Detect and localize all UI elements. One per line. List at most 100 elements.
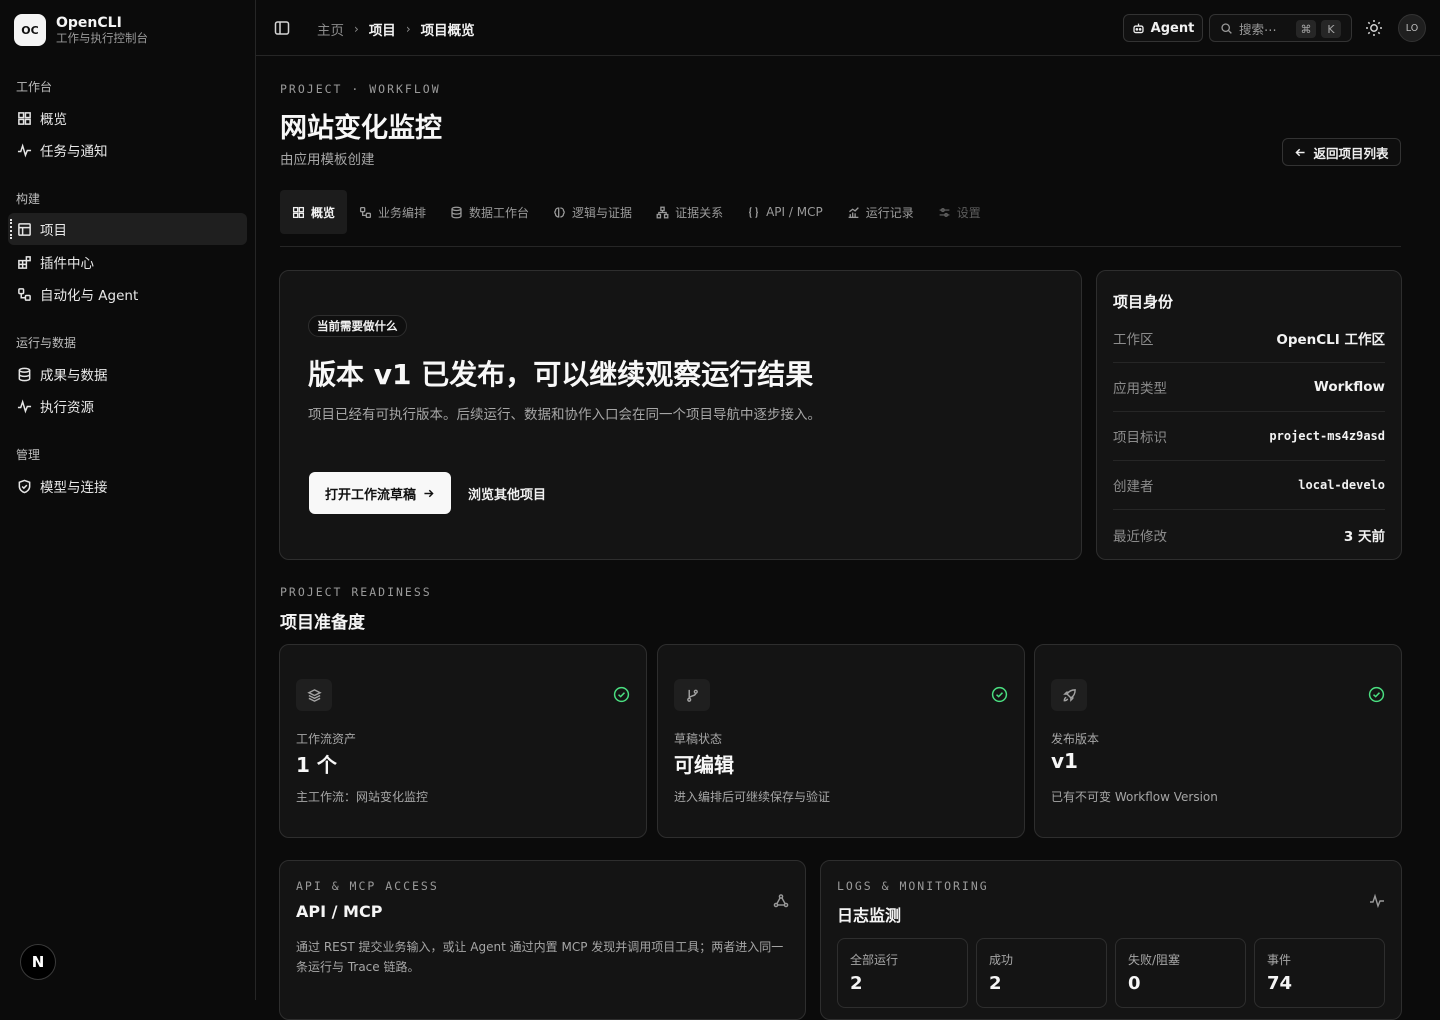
- breadcrumb-projects[interactable]: 项目: [369, 19, 396, 39]
- tab-logic-evidence[interactable]: 逻辑与证据: [541, 190, 644, 234]
- check-circle-icon: [991, 686, 1008, 703]
- avatar[interactable]: LO: [1398, 14, 1426, 42]
- tab-label: 证据关系: [675, 205, 724, 220]
- identity-value: project-ms4z9asd: [1269, 429, 1385, 443]
- arrow-left-icon: [1295, 148, 1306, 156]
- sidebar-item-automation[interactable]: 自动化与 Agent: [8, 278, 247, 310]
- sidebar-item-label: 执行资源: [40, 400, 94, 416]
- identity-row-project-id: 项目标识 project-ms4z9asd: [1113, 412, 1385, 461]
- stat-label: 失败/阻塞: [1128, 953, 1181, 967]
- tab-run-history[interactable]: 运行记录: [835, 190, 926, 234]
- sidebar-item-results[interactable]: 成果与数据: [8, 358, 247, 390]
- tab-label: 设置: [956, 205, 981, 220]
- tab-api-mcp[interactable]: API / MCP: [735, 190, 835, 234]
- activity-icon: [17, 398, 32, 413]
- browse-projects-button[interactable]: 浏览其他项目: [468, 472, 546, 514]
- project-identity-card: 项目身份 工作区 OpenCLI 工作区 应用类型 Workflow 项目标识 …: [1096, 270, 1402, 560]
- breadcrumb-current: 项目概览: [420, 23, 475, 39]
- dev-tools-badge[interactable]: N: [20, 944, 56, 980]
- readiness-label: 发布版本: [1051, 732, 1100, 746]
- tab-label: 数据工作台: [469, 205, 530, 220]
- brand[interactable]: OC OpenCLI 工作与执行控制台: [14, 14, 148, 46]
- next-step-card: 当前需要做什么 版本 v1 已发布，可以继续观察运行结果 项目已经有可执行版本。…: [279, 270, 1082, 560]
- grid-icon: [18, 111, 31, 125]
- brand-subtitle: 工作与执行控制台: [56, 30, 148, 45]
- sidebar-item-projects[interactable]: 项目: [8, 213, 247, 245]
- search-icon: [1221, 22, 1232, 34]
- tab-label: 概览: [311, 205, 336, 220]
- sun-icon[interactable]: [1364, 18, 1384, 38]
- identity-value: OpenCLI 工作区: [1276, 332, 1385, 348]
- identity-row-creator: 创建者 local-develo: [1113, 461, 1385, 510]
- sidebar-item-models[interactable]: 模型与连接: [8, 470, 247, 502]
- open-workflow-draft-button[interactable]: 打开工作流草稿: [309, 472, 451, 514]
- activity-icon: [17, 142, 32, 157]
- database-icon: [18, 367, 31, 381]
- topbar: 主页 › 项目 › 项目概览 Agent 搜索⋯ ⌘ K LO: [256, 0, 1440, 56]
- identity-row-workspace: 工作区 OpenCLI 工作区: [1113, 314, 1385, 363]
- identity-value: local-develo: [1298, 478, 1385, 492]
- identity-row-app-type: 应用类型 Workflow: [1113, 363, 1385, 412]
- webhook-icon: [773, 894, 789, 908]
- logs-title: 日志监测: [837, 906, 902, 925]
- readiness-value: v1: [1051, 749, 1078, 773]
- workflow-icon: [359, 206, 372, 218]
- sidebar-item-tasks[interactable]: 任务与通知: [8, 134, 247, 166]
- identity-label: 创建者: [1113, 479, 1154, 495]
- tab-label: 逻辑与证据: [572, 205, 633, 220]
- breadcrumb-home[interactable]: 主页: [317, 19, 344, 39]
- brain-icon: [554, 206, 565, 218]
- shield-icon: [18, 479, 31, 493]
- stat-label: 全部运行: [850, 953, 899, 967]
- shortcut-key-cmd: ⌘: [1296, 20, 1316, 38]
- nav-group-title-workbench: 工作台: [16, 80, 53, 94]
- readiness-label: 工作流资产: [296, 732, 357, 746]
- sidebar-toggle-icon[interactable]: [274, 20, 290, 36]
- stat-total-runs: 全部运行 2: [837, 938, 968, 1008]
- tab-overview[interactable]: 概览: [280, 190, 348, 234]
- tab-evidence-graph[interactable]: 证据关系: [644, 190, 735, 234]
- check-circle-icon: [613, 686, 630, 703]
- identity-label: 工作区: [1113, 332, 1154, 348]
- chart-icon: [848, 206, 859, 218]
- readiness-label: 草稿状态: [674, 732, 723, 746]
- tab-orchestration[interactable]: 业务编排: [347, 190, 438, 234]
- search-placeholder: 搜索⋯: [1239, 21, 1277, 37]
- back-button-label: 返回项目列表: [1313, 145, 1389, 161]
- readiness-card-release: 发布版本 v1 已有不可变 Workflow Version: [1034, 644, 1402, 838]
- back-to-projects-button[interactable]: 返回项目列表: [1282, 138, 1401, 166]
- next-step-title: 版本 v1 已发布，可以继续观察运行结果: [308, 358, 814, 391]
- sidebar-item-label: 插件中心: [40, 256, 94, 272]
- sidebar-item-resources[interactable]: 执行资源: [8, 390, 247, 422]
- sidebar-item-label: 模型与连接: [40, 480, 108, 496]
- page-eyebrow: PROJECT · WORKFLOW: [280, 82, 441, 96]
- tab-data-workbench[interactable]: 数据工作台: [438, 190, 541, 234]
- sidebar-item-overview[interactable]: 概览: [8, 102, 247, 134]
- activity-icon: [1370, 893, 1384, 909]
- tab-label: 运行记录: [865, 205, 914, 220]
- brand-logo: OC: [14, 14, 46, 46]
- tab-label: API / MCP: [766, 205, 823, 219]
- search-input[interactable]: 搜索⋯ ⌘ K: [1209, 14, 1352, 42]
- agent-button[interactable]: Agent: [1123, 14, 1203, 42]
- workflow-icon: [18, 287, 31, 301]
- api-title: API / MCP: [296, 902, 383, 921]
- git-branch-icon: [674, 679, 710, 711]
- identity-value: Workflow: [1313, 379, 1385, 395]
- tab-label: 业务编排: [378, 205, 427, 220]
- sidebar-item-label: 任务与通知: [40, 144, 108, 160]
- braces-icon: [749, 206, 759, 218]
- stat-events: 事件 74: [1254, 938, 1385, 1008]
- identity-label: 最近修改: [1113, 528, 1167, 545]
- readiness-value: 可编辑: [674, 753, 734, 777]
- readiness-card-workflow-assets: 工作流资产 1 个 主工作流：网站变化监控: [279, 644, 647, 838]
- sidebar-item-label: 自动化与 Agent: [40, 288, 139, 304]
- identity-row-updated: 最近修改 3 天前: [1113, 510, 1385, 559]
- stat-value: 2: [989, 973, 1002, 994]
- sidebar-item-plugins[interactable]: 插件中心: [8, 246, 247, 278]
- readiness-eyebrow: PROJECT READINESS: [280, 585, 432, 599]
- grid-icon: [292, 206, 305, 218]
- network-icon: [656, 206, 669, 218]
- database-icon: [451, 206, 462, 218]
- api-mcp-card: API & MCP ACCESS API / MCP 通过 REST 提交业务输…: [279, 860, 806, 1020]
